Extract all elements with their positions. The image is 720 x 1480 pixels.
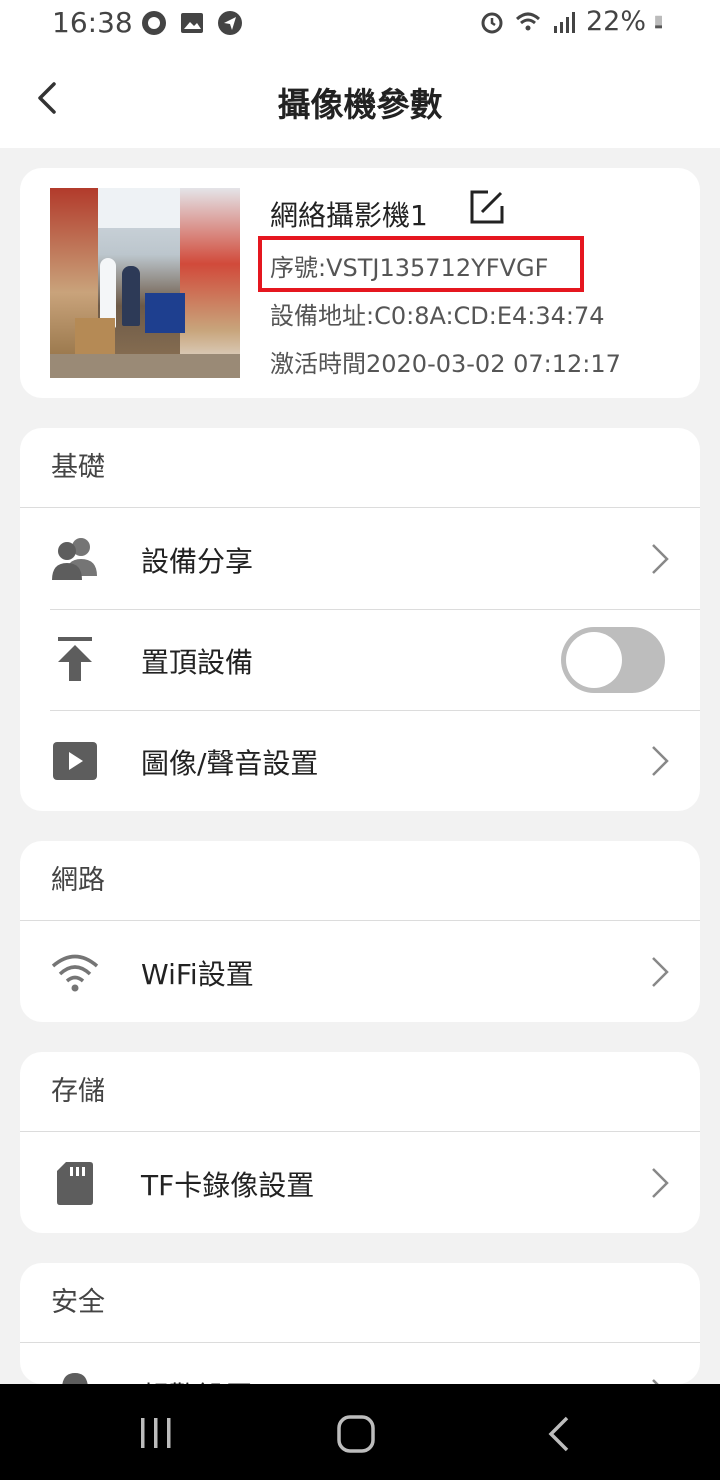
wifi-icon (51, 954, 99, 992)
people-icon (52, 538, 97, 580)
row-label: TF卡錄像設置 (141, 1169, 315, 1202)
chevron-right-icon (652, 544, 669, 574)
video-play-icon (53, 742, 97, 780)
row-label: 報警設置 (141, 1375, 253, 1384)
back-icon[interactable] (545, 1414, 573, 1454)
section-network: 網路 WiFi設置 (20, 841, 700, 1022)
chevron-right-icon (652, 746, 669, 776)
recent-apps-icon[interactable] (138, 1416, 174, 1450)
image-icon (181, 13, 203, 33)
status-notification-icons (140, 9, 244, 37)
home-icon[interactable] (336, 1414, 376, 1454)
signal-icon (553, 11, 575, 33)
status-system-icons: 22% (478, 6, 670, 37)
status-time: 16:38 (52, 6, 133, 39)
app-header: 攝像機參數 (0, 48, 720, 148)
row-image-sound-settings[interactable]: 圖像/聲音設置 (20, 710, 700, 811)
battery-percentage: 22% (585, 6, 646, 37)
section-title-security: 安全 (20, 1263, 700, 1343)
chevron-right-icon (652, 957, 669, 987)
wifi-icon (515, 12, 540, 30)
device-address: 設備地址:C0:8A:CD:E4:34:74 (270, 302, 605, 330)
row-wifi-settings[interactable]: WiFi設置 (20, 921, 700, 1022)
pin-top-icon (58, 637, 92, 681)
section-security: 安全 報警設置 (20, 1263, 700, 1384)
activation-time: 激活時間2020-03-02 07:12:17 (270, 350, 621, 378)
row-alarm-settings[interactable]: 報警設置 (20, 1343, 700, 1384)
row-pin-device: 置頂設備 (20, 609, 700, 710)
edit-icon[interactable] (468, 188, 506, 226)
camera-snapshot[interactable] (50, 188, 240, 378)
sd-card-icon (57, 1162, 93, 1205)
device-info-card: 網絡攝影機1 序號:VSTJ135712YFVGF 設備地址:C0:8A:CD:… (20, 168, 700, 398)
chevron-right-icon (652, 1379, 659, 1384)
battery-icon (655, 15, 662, 28)
section-basic: 基礎 設備分享 置頂設備 圖像/聲音設置 (20, 428, 700, 811)
row-device-share[interactable]: 設備分享 (20, 508, 700, 609)
section-storage: 存儲 TF卡錄像設置 (20, 1052, 700, 1233)
section-title-network: 網路 (20, 841, 700, 921)
serial-number: 序號:VSTJ135712YFVGF (270, 254, 549, 282)
toggle-knob (566, 632, 622, 688)
send-icon (218, 11, 242, 35)
alarm-icon (481, 12, 503, 33)
section-title-storage: 存儲 (20, 1052, 700, 1132)
pin-toggle[interactable] (561, 627, 665, 693)
row-label: 設備分享 (141, 545, 254, 578)
row-label: WiFi設置 (141, 958, 254, 991)
row-label: 圖像/聲音設置 (141, 747, 319, 780)
status-bar: 16:38 22% (0, 0, 720, 48)
row-label: 置頂設備 (141, 646, 254, 679)
system-navigation-bar (0, 1384, 720, 1480)
row-tf-card-recording[interactable]: TF卡錄像設置 (20, 1132, 700, 1233)
chat-badge-icon (142, 11, 166, 35)
section-title-basic: 基礎 (20, 428, 700, 508)
device-name: 網絡攝影機1 (270, 199, 428, 232)
alarm-bell-icon (62, 1373, 88, 1384)
chevron-right-icon (652, 1168, 669, 1198)
page-title: 攝像機參數 (277, 85, 443, 124)
